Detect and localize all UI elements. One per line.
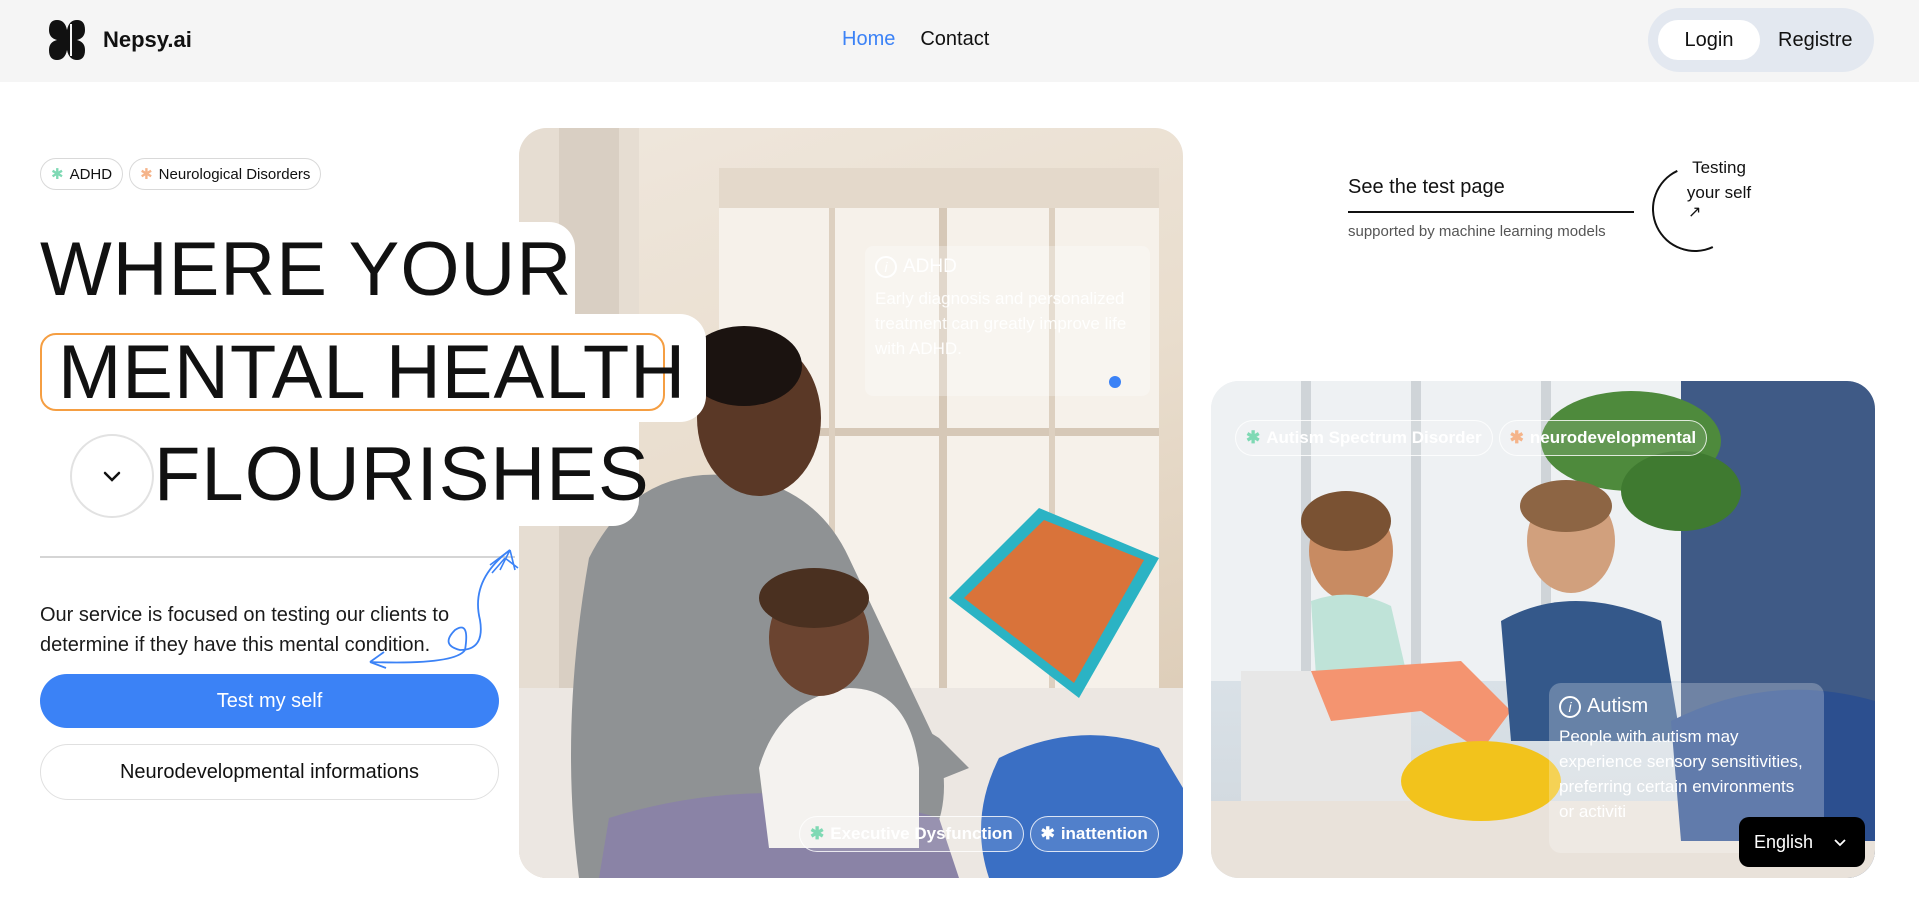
brand-name: Nepsy.ai [103,27,192,52]
hero-description: Our service is focused on testing our cl… [40,604,450,656]
tag-executive-dysfunction[interactable]: ✱ Executive Dysfunction [799,816,1024,852]
tag-adhd[interactable]: ✱ ADHD [40,158,124,190]
login-button[interactable]: Login [1658,20,1760,60]
language-label: English [1754,831,1814,852]
autism-info-text: People with autism may experience sensor… [1559,727,1803,821]
tag-label: neurodevelopmental [1529,428,1697,447]
test-my-self-button[interactable]: Test my self [40,674,499,728]
see-test-page-link[interactable]: See the test page [1348,176,1634,213]
nav-home-link[interactable]: Home [842,28,895,51]
language-selector[interactable]: English [1739,817,1865,867]
asterisk-icon: ✱ [810,824,825,843]
autism-image-card: ✱ Autism Spectrum Disorder ✱ neurodevelo… [1211,381,1875,878]
test-page-subtitle: supported by machine learning models [1348,223,1606,240]
adhd-info-text: Early diagnosis and personalized treatme… [875,289,1127,358]
chevron-down-icon [103,471,121,482]
brand-logo[interactable]: Nepsy.ai [47,16,192,64]
tag-autism-spectrum-disorder[interactable]: ✱ Autism Spectrum Disorder [1235,420,1493,456]
tag-label: Neurological Disorders [158,165,311,183]
adhd-image-tags: ✱ Executive Dysfunction ✱ inattention [799,816,1159,852]
register-button[interactable]: Registre [1778,29,1852,52]
asterisk-icon: ✱ [1040,824,1055,843]
tag-label: Executive Dysfunction [830,824,1013,843]
testing-line-1: Testing [1692,158,1746,177]
headline-line-2: MENTAL HEALTH [58,330,687,415]
testing-yourself-link[interactable]: Testing your self [1674,155,1764,205]
headline-line-3: FLOURISHES [154,432,650,517]
scroll-down-button[interactable] [70,434,154,518]
tag-label: Autism Spectrum Disorder [1266,428,1482,447]
brand-mark-icon [49,20,85,60]
tag-label: inattention [1060,824,1148,843]
adhd-info-overlay: i ADHD Early diagnosis and personalized … [865,246,1150,396]
asterisk-icon: ✱ [1246,428,1261,447]
top-header: Nepsy.ai Home Contact Login Registre [0,0,1919,82]
chevron-down-icon [1834,839,1846,847]
tag-neurodevelopmental[interactable]: ✱ neurodevelopmental [1498,420,1708,456]
asterisk-icon: ✱ [140,166,153,183]
tag-label: ADHD [69,165,113,183]
neurodevelopmental-info-button[interactable]: Neurodevelopmental informations [40,744,499,800]
info-icon: i [1559,695,1581,718]
carousel-indicator-dot[interactable] [1109,376,1121,388]
tag-neurological-disorders[interactable]: ✱ Neurological Disorders [129,158,322,190]
arrow-up-right-icon: ↗ [1688,204,1702,221]
main-nav: Home Contact [842,28,989,51]
adhd-info-title: ADHD [903,256,957,277]
asterisk-icon: ✱ [51,166,64,183]
asterisk-icon: ✱ [1509,428,1524,447]
info-icon: i [875,256,897,278]
nav-contact-link[interactable]: Contact [920,28,989,51]
auth-group: Login Registre [1648,8,1874,72]
tag-inattention[interactable]: ✱ inattention [1029,816,1159,852]
headline-line-1: WHERE YOUR [40,227,573,312]
hero-tags: ✱ ADHD ✱ Neurological Disorders [40,158,322,190]
autism-info-title: Autism [1587,695,1649,717]
autism-image-tags: ✱ Autism Spectrum Disorder ✱ neurodevelo… [1235,420,1708,456]
